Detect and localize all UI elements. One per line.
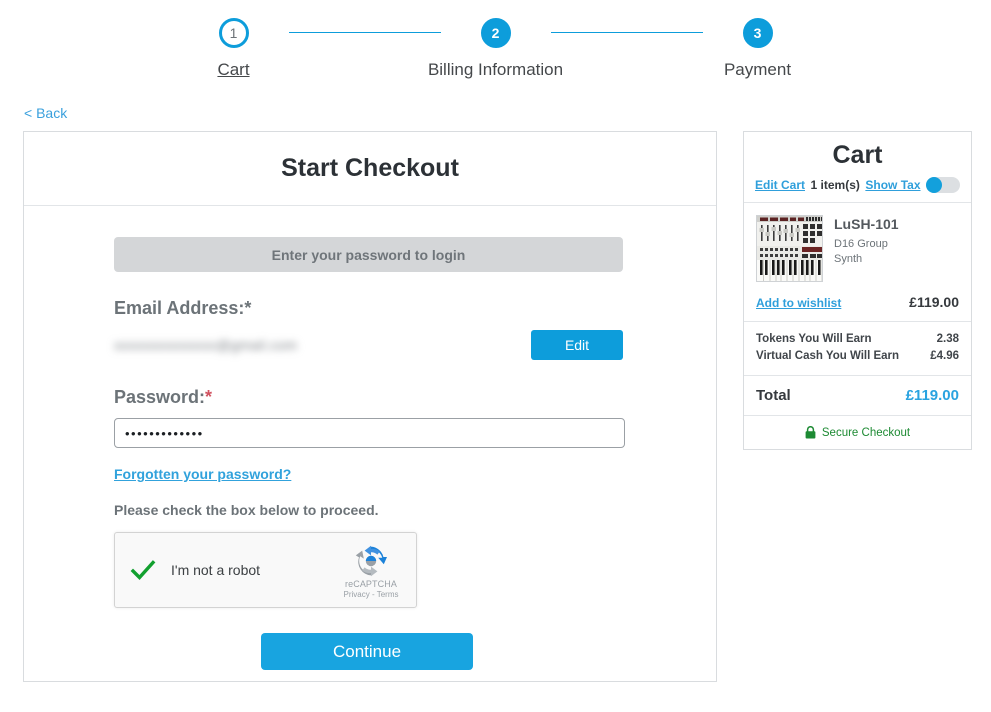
email-address-row: xxxxxxxxxxxxxx@gmail.com Edit	[114, 329, 623, 361]
padlock-icon	[805, 426, 816, 439]
show-tax-toggle[interactable]	[926, 177, 960, 193]
product-info: LuSH-101 D16 Group Synth	[834, 215, 899, 282]
password-label: Password:*	[114, 387, 623, 408]
email-required-asterisk: *	[244, 298, 251, 318]
cart-header: Cart Edit Cart 1 item(s) Show Tax	[744, 132, 971, 203]
total-label: Total	[756, 387, 791, 404]
back-link[interactable]: < Back	[24, 105, 67, 121]
email-address-value: xxxxxxxxxxxxxx@gmail.com	[114, 337, 297, 353]
forgotten-password-link[interactable]: Forgotten your password?	[114, 466, 291, 482]
step-label-payment: Payment	[683, 59, 833, 81]
earnings-row-tokens: Tokens You Will Earn 2.38	[756, 331, 959, 349]
recaptcha-logo-icon	[355, 545, 387, 577]
checkout-panel-header: Start Checkout	[24, 132, 716, 206]
cart-total-block: Total £119.00	[744, 376, 971, 416]
earnings-label-virtual-cash: Virtual Cash You Will Earn	[756, 348, 899, 366]
total-value: £119.00	[906, 387, 959, 404]
stepper-connector-2	[551, 32, 703, 33]
checkout-progress-stepper: 1 Cart 2 Billing Information 3 Payment	[0, 18, 991, 81]
toggle-knob	[926, 177, 942, 193]
cart-earnings-block: Tokens You Will Earn 2.38 Virtual Cash Y…	[744, 322, 971, 377]
step-number-badge-2: 2	[481, 18, 511, 48]
product-thumbnail[interactable]	[756, 215, 823, 282]
recaptcha-widget[interactable]: I'm not a robot reCAPTCHA Privacy - Term…	[114, 532, 417, 608]
continue-button[interactable]: Continue	[261, 633, 473, 670]
earnings-label-tokens: Tokens You Will Earn	[756, 331, 872, 349]
proceed-instruction-text: Please check the box below to proceed.	[114, 502, 623, 518]
cart-summary-panel: Cart Edit Cart 1 item(s) Show Tax	[743, 131, 972, 450]
show-tax-link[interactable]: Show Tax	[865, 178, 920, 192]
email-address-label-text: Email Address:	[114, 298, 244, 318]
step-label-billing-information: Billing Information	[421, 59, 571, 81]
stepper-connector-1	[289, 32, 441, 33]
product-brand: D16 Group	[834, 237, 899, 252]
edit-cart-link[interactable]: Edit Cart	[755, 178, 805, 192]
recaptcha-label: I'm not a robot	[171, 562, 338, 578]
login-prompt-banner: Enter your password to login	[114, 237, 623, 272]
password-input[interactable]	[114, 418, 625, 448]
continue-button-container: Continue	[114, 633, 623, 670]
checkout-panel: Start Checkout Enter your password to lo…	[23, 131, 717, 682]
earnings-row-virtual-cash: Virtual Cash You Will Earn £4.96	[756, 348, 959, 366]
cart-line-item: LuSH-101 D16 Group Synth Add to wishlist…	[744, 203, 971, 322]
recaptcha-branding: reCAPTCHA Privacy - Terms	[338, 545, 404, 599]
recaptcha-checkbox[interactable]	[129, 556, 157, 584]
secure-checkout-label: Secure Checkout	[822, 427, 910, 439]
add-to-wishlist-link[interactable]: Add to wishlist	[756, 296, 841, 310]
checkmark-icon	[129, 556, 157, 584]
earnings-value-tokens: 2.38	[937, 331, 959, 349]
edit-email-button[interactable]: Edit	[531, 330, 623, 360]
product-category: Synth	[834, 252, 899, 267]
cart-line-item-bottom: Add to wishlist £119.00	[756, 294, 959, 310]
password-required-asterisk: *	[205, 387, 212, 407]
cart-title: Cart	[755, 142, 960, 170]
secure-checkout-badge: Secure Checkout	[744, 416, 971, 449]
synthesizer-product-image	[757, 216, 823, 282]
stepper-step-cart[interactable]: 1 Cart	[179, 18, 289, 81]
email-address-label: Email Address:*	[114, 298, 623, 319]
cart-meta-row: Edit Cart 1 item(s) Show Tax	[755, 177, 960, 193]
product-price: £119.00	[909, 294, 959, 310]
page-title: Start Checkout	[281, 154, 459, 183]
stepper-step-payment: 3 Payment	[703, 18, 813, 81]
password-label-text: Password:	[114, 387, 205, 407]
stepper-step-billing-information: 2 Billing Information	[441, 18, 551, 81]
cart-line-item-top: LuSH-101 D16 Group Synth	[756, 215, 959, 282]
recaptcha-brand-name: reCAPTCHA	[345, 579, 397, 589]
checkout-panel-body: Enter your password to login Email Addre…	[24, 206, 716, 670]
earnings-value-virtual-cash: £4.96	[930, 348, 959, 366]
step-number-badge-1: 1	[219, 18, 249, 48]
recaptcha-legal-links[interactable]: Privacy - Terms	[344, 590, 399, 599]
product-name[interactable]: LuSH-101	[834, 216, 899, 233]
step-number-badge-3: 3	[743, 18, 773, 48]
step-label-cart[interactable]: Cart	[159, 59, 309, 81]
cart-item-count: 1 item(s)	[811, 178, 860, 192]
